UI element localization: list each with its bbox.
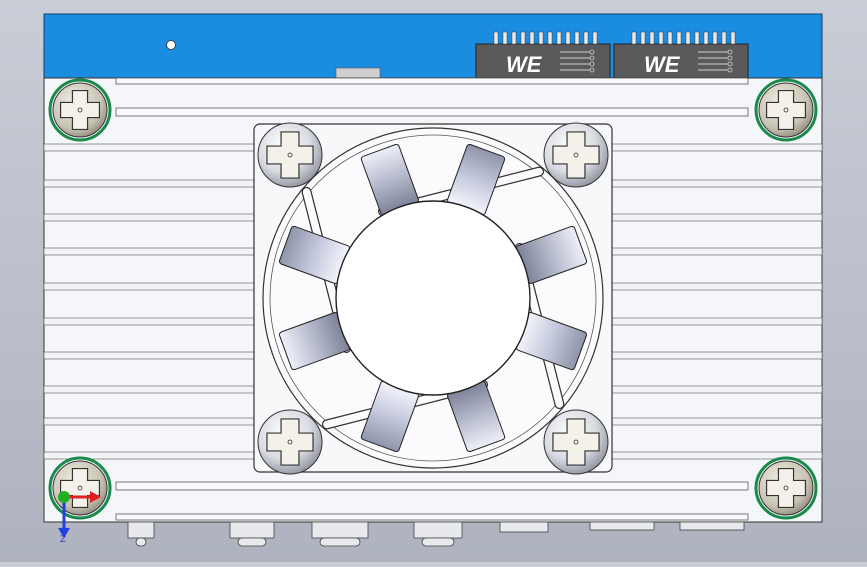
port-connector <box>311 521 369 547</box>
heatsink-fin-left <box>43 351 257 360</box>
port-connector <box>413 521 463 547</box>
mount-screw[interactable] <box>754 78 818 142</box>
heatsink-fin-left <box>43 282 257 291</box>
port-connector <box>127 521 155 547</box>
heatsink-rail-bottom-2 <box>115 513 749 521</box>
heatsink-fin-right <box>609 317 823 326</box>
cad-viewport[interactable]: WE WE Z <box>0 0 867 562</box>
heatsink-fin-left <box>43 385 257 394</box>
triad-z-label: Z <box>60 535 66 545</box>
port-connector <box>229 521 275 547</box>
heatsink-rail-top-2 <box>115 107 749 117</box>
heatsink-rail-top <box>115 77 749 85</box>
heatsink-fin-right <box>609 213 823 222</box>
triad-y-axis <box>58 491 70 503</box>
fan-screw[interactable] <box>257 409 323 475</box>
fan-screw[interactable] <box>543 409 609 475</box>
we-logo: WE <box>644 52 681 77</box>
heatsink-fin-left <box>43 317 257 326</box>
mount-screw[interactable] <box>48 456 112 520</box>
heatsink-fin-right <box>609 282 823 291</box>
heatsink-fin-right <box>609 247 823 256</box>
heatsink-fin-left <box>43 417 257 426</box>
heatsink-fin-right <box>609 179 823 188</box>
heatsink-fin-right <box>609 351 823 360</box>
fan-screw[interactable] <box>543 122 609 188</box>
fan-hub <box>335 200 531 396</box>
pcb-component <box>335 67 381 79</box>
heatsink-fin-left <box>43 179 257 188</box>
heatsink-fin-left <box>43 213 257 222</box>
cad-model-view[interactable]: WE WE Z <box>0 0 867 562</box>
heatsink-fin-right <box>609 143 823 152</box>
heatsink-fin-right <box>609 417 823 426</box>
mount-screw[interactable] <box>48 78 112 142</box>
fan-screw[interactable] <box>257 122 323 188</box>
port-connector <box>499 521 549 533</box>
heatsink-fin-left <box>43 247 257 256</box>
heatsink-fin-left <box>43 143 257 152</box>
pcb-hole <box>166 40 176 50</box>
heatsink-fin-right <box>609 385 823 394</box>
we-logo: WE <box>506 52 543 77</box>
port-connector <box>679 521 745 531</box>
heatsink-rail-bottom <box>115 481 749 491</box>
port-connector <box>589 521 655 531</box>
mount-screw[interactable] <box>754 456 818 520</box>
io-ports <box>127 521 745 547</box>
